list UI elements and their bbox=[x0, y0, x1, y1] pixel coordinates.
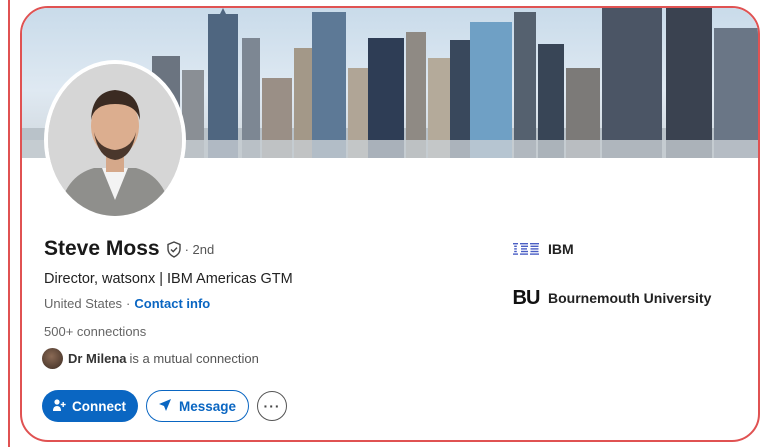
org-bournemouth-name: Bournemouth University bbox=[548, 290, 712, 306]
ibm-logo-icon bbox=[512, 240, 540, 258]
message-label: Message bbox=[179, 398, 237, 414]
mutual-connection-row[interactable]: Dr Milena is a mutual connection bbox=[42, 348, 259, 369]
profile-card: Steve Moss · 2nd Director, watsonx | IBM… bbox=[20, 6, 760, 442]
connect-label: Connect bbox=[72, 398, 126, 414]
org-ibm-name: IBM bbox=[548, 241, 574, 257]
profile-headline: Director, watsonx | IBM Americas GTM bbox=[44, 271, 293, 287]
more-options-button[interactable]: ··· bbox=[257, 391, 288, 421]
org-bournemouth[interactable]: BU Bournemouth University bbox=[512, 284, 711, 312]
location-row: United States · Contact info bbox=[44, 296, 210, 311]
page-frame: Steve Moss · 2nd Director, watsonx | IBM… bbox=[0, 0, 764, 447]
connection-degree: · 2nd bbox=[184, 241, 215, 257]
message-button[interactable]: Message bbox=[146, 390, 250, 422]
mutual-connection-text: is a mutual connection bbox=[129, 351, 259, 366]
org-ibm[interactable]: IBM bbox=[512, 240, 574, 258]
action-buttons: Connect Message ··· bbox=[42, 390, 288, 422]
ellipsis-icon: ··· bbox=[263, 398, 281, 414]
bu-logo-icon: BU bbox=[512, 284, 540, 312]
send-icon bbox=[158, 398, 172, 415]
separator-dot: · bbox=[126, 296, 131, 311]
shield-check-icon[interactable] bbox=[166, 240, 182, 258]
mutual-connection-name[interactable]: Dr Milena bbox=[68, 351, 127, 366]
name-row: Steve Moss · 2nd bbox=[44, 236, 214, 262]
mutual-avatar[interactable] bbox=[42, 348, 63, 369]
profile-location: United States bbox=[44, 296, 123, 311]
add-user-icon bbox=[52, 398, 66, 415]
profile-avatar[interactable] bbox=[44, 60, 186, 220]
left-panel-edge bbox=[0, 0, 10, 447]
connect-button[interactable]: Connect bbox=[42, 390, 138, 422]
connections-count[interactable]: 500+ connections bbox=[44, 324, 146, 339]
profile-name: Steve Moss bbox=[44, 237, 160, 260]
contact-info-link[interactable]: Contact info bbox=[134, 296, 210, 311]
